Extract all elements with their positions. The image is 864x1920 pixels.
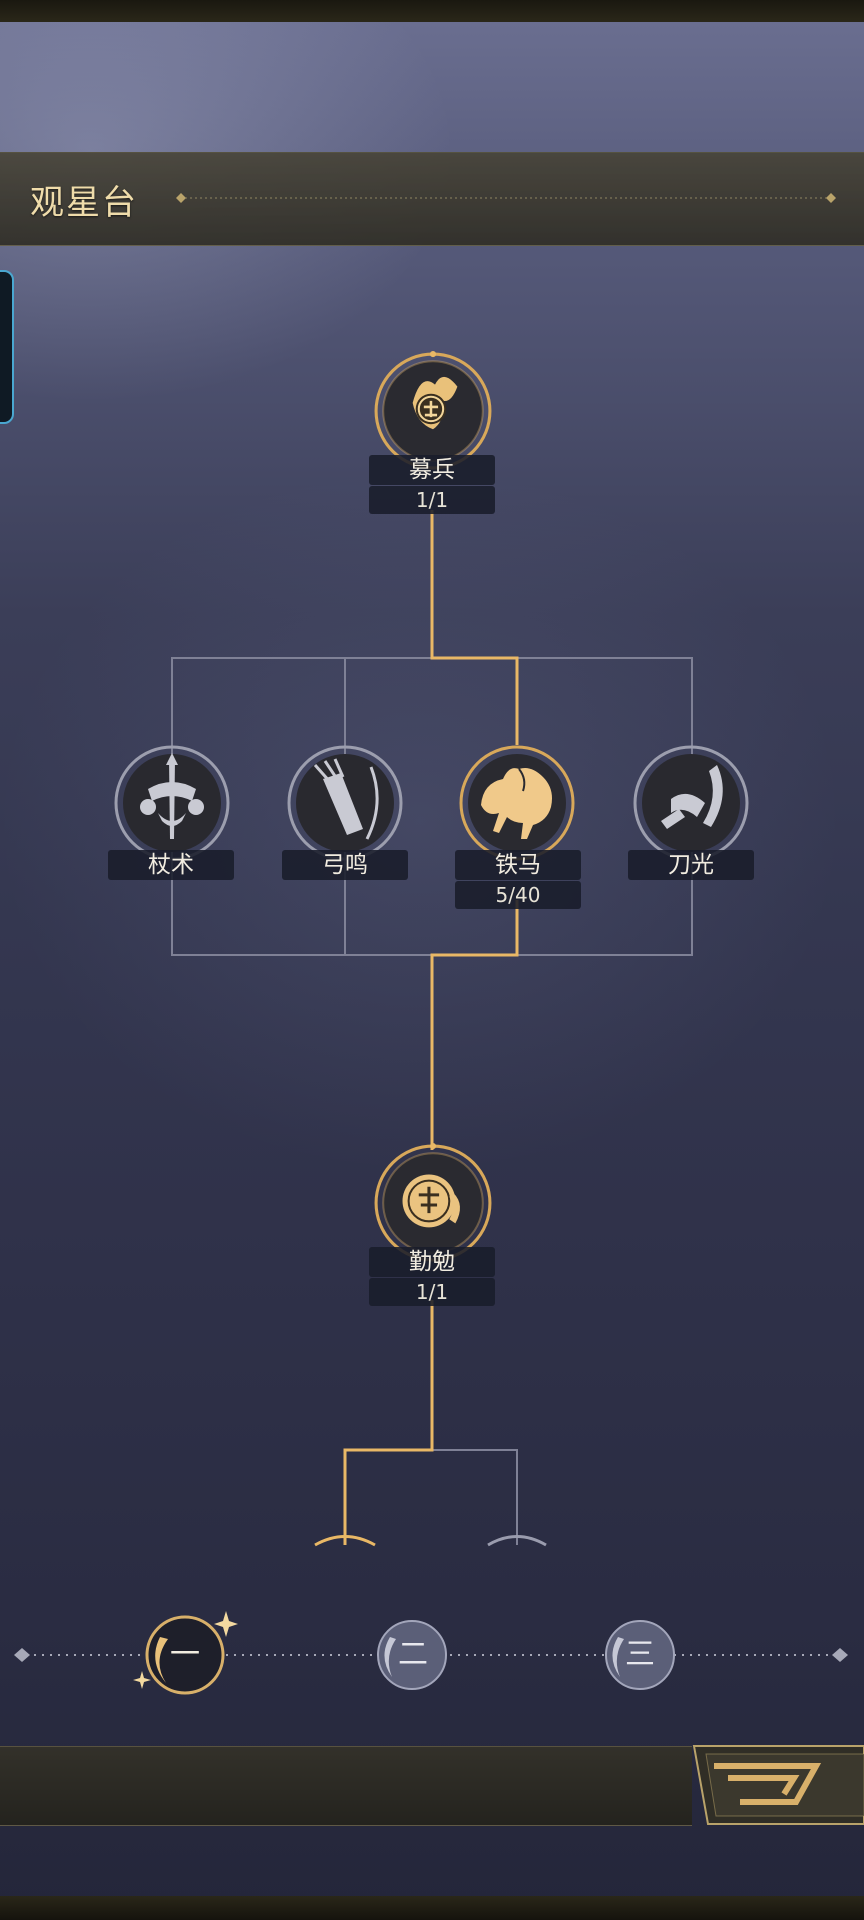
horse-node[interactable] <box>457 743 577 863</box>
staff-node[interactable] <box>112 743 232 863</box>
recruit-label: 募兵 <box>369 455 495 485</box>
diligence-label: 勤勉 <box>369 1247 495 1277</box>
recruit-node[interactable] <box>372 350 494 472</box>
sparkle-icon <box>133 1671 151 1689</box>
game-screen: 观星台 募兵 1/1 杖术 弓鸣 铁马 5/40 刀光 勤勉 1/1 一 二 三 <box>0 0 864 1920</box>
bow-label: 弓鸣 <box>282 850 408 880</box>
footer-info-bar <box>0 1746 692 1826</box>
tier-three-label: 三 <box>625 1637 655 1672</box>
tier-two-label: 二 <box>398 1637 428 1672</box>
iron-horse-label: 铁马 <box>455 850 581 880</box>
return-button[interactable] <box>688 1744 864 1826</box>
tier-one-label: 一 <box>170 1637 200 1672</box>
active-connectors <box>343 510 519 1545</box>
blade-node[interactable] <box>631 743 751 863</box>
blade-label: 刀光 <box>628 850 754 880</box>
recruit-count: 1/1 <box>369 486 495 514</box>
bottom-frame <box>0 1896 864 1920</box>
iron-horse-count: 5/40 <box>455 881 581 909</box>
diligence-count: 1/1 <box>369 1278 495 1306</box>
staff-label: 杖术 <box>108 850 234 880</box>
diligence-node[interactable] <box>372 1142 494 1264</box>
bow-node[interactable] <box>285 743 405 863</box>
